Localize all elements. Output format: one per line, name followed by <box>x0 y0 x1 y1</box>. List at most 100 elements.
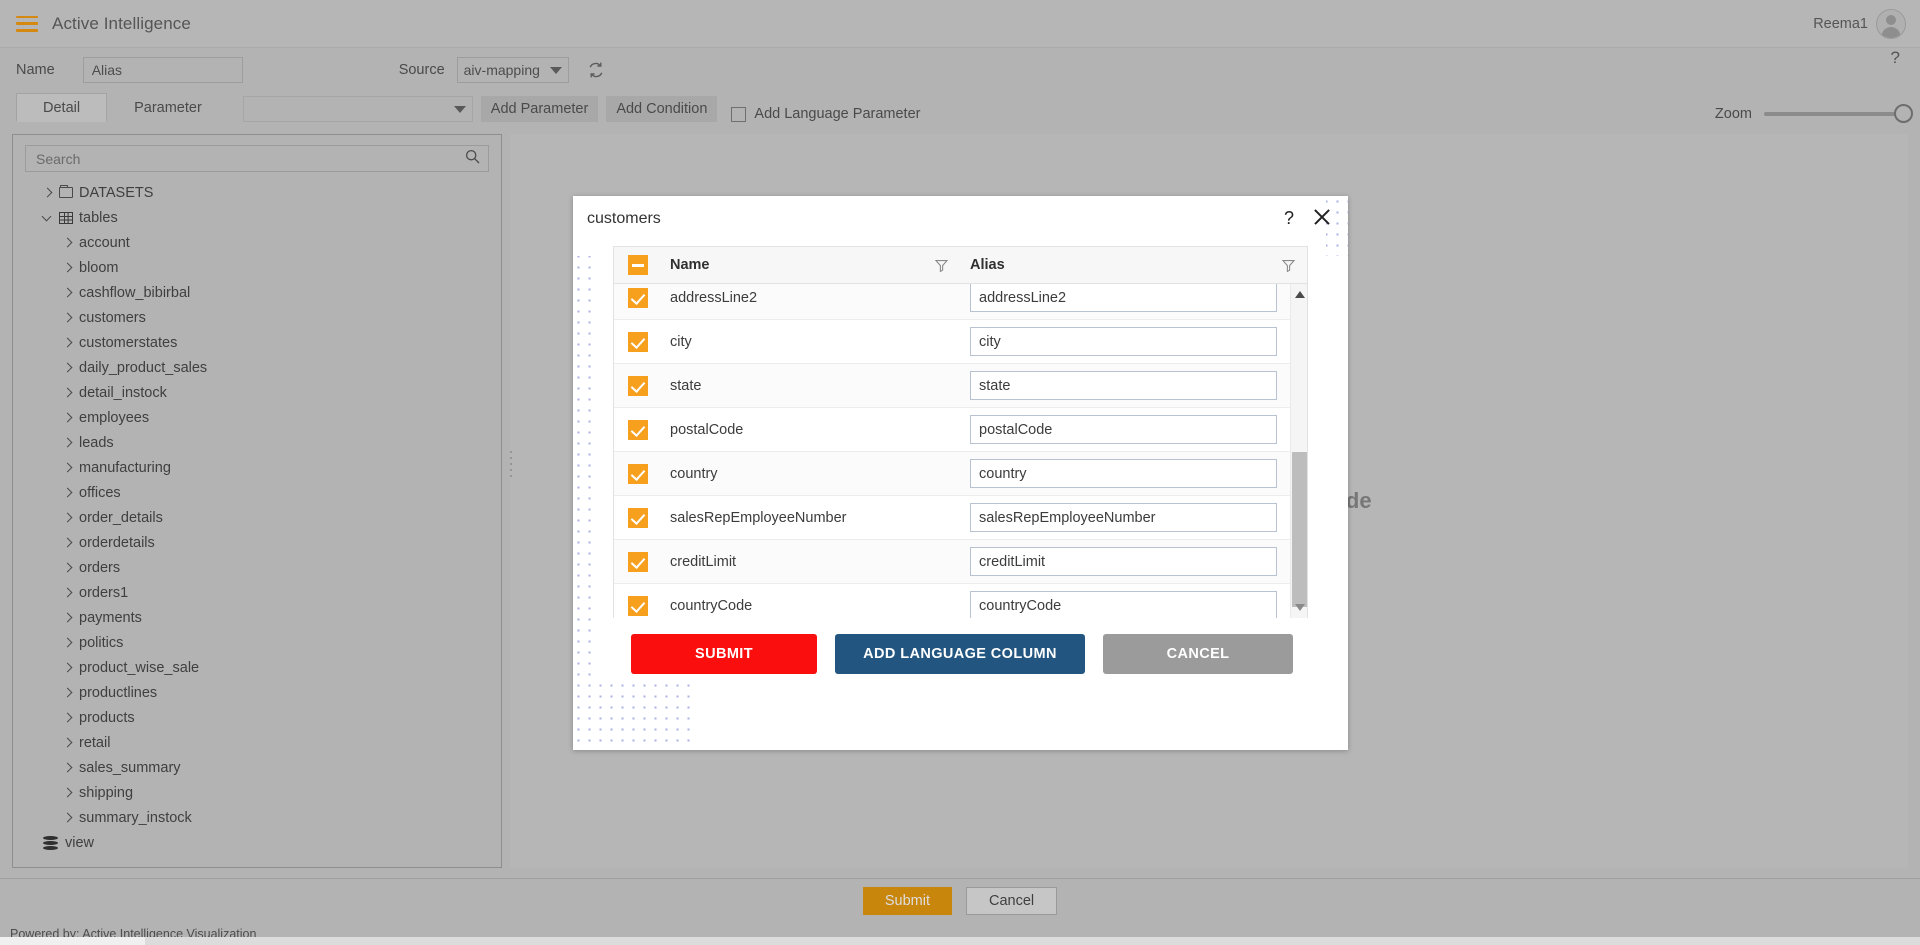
hamburger-menu-icon[interactable] <box>16 16 38 32</box>
scrollbar-thumb[interactable] <box>1292 452 1307 607</box>
row-checkbox[interactable] <box>628 376 648 396</box>
tree-item-customers[interactable]: customers <box>13 305 501 330</box>
panel-resize-handle[interactable] <box>510 430 519 474</box>
chevron-right-icon[interactable] <box>63 388 73 398</box>
tree-item-datasets[interactable]: DATASETS <box>13 180 501 205</box>
chevron-right-icon[interactable] <box>63 763 73 773</box>
dialog-add-language-column-button[interactable]: ADD LANGUAGE COLUMN <box>835 634 1085 674</box>
chevron-right-icon[interactable] <box>63 238 73 248</box>
chevron-down-icon[interactable] <box>43 213 53 223</box>
zoom-slider-track[interactable] <box>1764 112 1904 116</box>
chevron-right-icon[interactable] <box>63 313 73 323</box>
chevron-right-icon[interactable] <box>63 513 73 523</box>
tree-item-retail[interactable]: retail <box>13 730 501 755</box>
grid-vertical-scrollbar[interactable] <box>1290 284 1307 618</box>
tree-item-sales_summary[interactable]: sales_summary <box>13 755 501 780</box>
tree-item-summary_instock[interactable]: summary_instock <box>13 805 501 830</box>
chevron-right-icon[interactable] <box>63 438 73 448</box>
alias-input[interactable] <box>970 591 1277 618</box>
chevron-right-icon[interactable] <box>63 563 73 573</box>
page-help-icon[interactable]: ? <box>1891 48 1900 68</box>
tree-item-employees[interactable]: employees <box>13 405 501 430</box>
zoom-slider-knob[interactable] <box>1894 104 1913 123</box>
search-input[interactable] <box>34 150 465 168</box>
chevron-right-icon[interactable] <box>43 188 53 198</box>
tree-item-orderdetails[interactable]: orderdetails <box>13 530 501 555</box>
dialog-submit-button[interactable]: SUBMIT <box>631 634 817 674</box>
row-checkbox[interactable] <box>628 288 648 308</box>
tree-item-payments[interactable]: payments <box>13 605 501 630</box>
row-checkbox[interactable] <box>628 552 648 572</box>
chevron-right-icon[interactable] <box>63 288 73 298</box>
chevron-right-icon[interactable] <box>63 663 73 673</box>
chevron-right-icon[interactable] <box>63 813 73 823</box>
tree-item-products[interactable]: products <box>13 705 501 730</box>
tree-item-account[interactable]: account <box>13 230 501 255</box>
tree-item-offices[interactable]: offices <box>13 480 501 505</box>
tree-item-product_wise_sale[interactable]: product_wise_sale <box>13 655 501 680</box>
parameter-select[interactable] <box>243 96 473 122</box>
row-checkbox[interactable] <box>628 420 648 440</box>
tree-item-cashflow_bibirbal[interactable]: cashflow_bibirbal <box>13 280 501 305</box>
page-cancel-button[interactable]: Cancel <box>966 887 1057 915</box>
row-checkbox[interactable] <box>628 508 648 528</box>
name-input[interactable] <box>83 57 243 83</box>
tree-item-orders1[interactable]: orders1 <box>13 580 501 605</box>
dialog-close-icon[interactable] <box>1312 207 1332 227</box>
chevron-right-icon[interactable] <box>63 588 73 598</box>
refresh-icon[interactable] <box>587 61 605 79</box>
chevron-right-icon[interactable] <box>63 363 73 373</box>
chevron-right-icon[interactable] <box>63 413 73 423</box>
search-box[interactable] <box>25 145 489 172</box>
chevron-right-icon[interactable] <box>63 338 73 348</box>
row-checkbox[interactable] <box>628 332 648 352</box>
chevron-right-icon[interactable] <box>63 688 73 698</box>
row-checkbox[interactable] <box>628 596 648 616</box>
chevron-right-icon[interactable] <box>63 263 73 273</box>
alias-input[interactable] <box>970 415 1277 444</box>
tree-item-detail_instock[interactable]: detail_instock <box>13 380 501 405</box>
add-condition-button[interactable]: Add Condition <box>606 96 717 122</box>
add-language-parameter-checkbox[interactable]: Add Language Parameter <box>731 106 920 122</box>
select-all-checkbox[interactable] <box>628 255 648 275</box>
tree-item-manufacturing[interactable]: manufacturing <box>13 455 501 480</box>
row-checkbox[interactable] <box>628 464 648 484</box>
tree-item-customerstates[interactable]: customerstates <box>13 330 501 355</box>
chevron-right-icon[interactable] <box>63 613 73 623</box>
tree-item-tables[interactable]: tables <box>13 205 501 230</box>
tree-item-view[interactable]: view <box>13 830 501 855</box>
alias-filter-icon[interactable] <box>1282 259 1295 272</box>
tree-item-bloom[interactable]: bloom <box>13 255 501 280</box>
source-select[interactable]: aiv-mapping <box>457 57 569 83</box>
chevron-right-icon[interactable] <box>63 738 73 748</box>
chevron-right-icon[interactable] <box>63 713 73 723</box>
name-filter-icon[interactable] <box>935 259 948 272</box>
tree-item-orders[interactable]: orders <box>13 555 501 580</box>
dialog-help-icon[interactable]: ? <box>1284 208 1294 229</box>
alias-input[interactable] <box>970 503 1277 532</box>
tab-parameter[interactable]: Parameter <box>107 93 229 122</box>
chevron-right-icon[interactable] <box>63 488 73 498</box>
user-avatar-icon[interactable] <box>1876 9 1906 39</box>
tree-item-shipping[interactable]: shipping <box>13 780 501 805</box>
add-parameter-button[interactable]: Add Parameter <box>481 96 599 122</box>
page-submit-button[interactable]: Submit <box>863 887 952 915</box>
chevron-right-icon[interactable] <box>63 538 73 548</box>
search-icon[interactable] <box>465 149 480 169</box>
tree-item-productlines[interactable]: productlines <box>13 680 501 705</box>
tree-item-order_details[interactable]: order_details <box>13 505 501 530</box>
tree-item-leads[interactable]: leads <box>13 430 501 455</box>
tree-item-politics[interactable]: politics <box>13 630 501 655</box>
scroll-up-arrow-icon[interactable] <box>1291 286 1307 303</box>
chevron-right-icon[interactable] <box>63 463 73 473</box>
chevron-right-icon[interactable] <box>63 638 73 648</box>
chevron-right-icon[interactable] <box>63 788 73 798</box>
alias-input[interactable] <box>970 547 1277 576</box>
alias-input[interactable] <box>970 371 1277 400</box>
dialog-cancel-button[interactable]: CANCEL <box>1103 634 1293 674</box>
alias-input[interactable] <box>970 327 1277 356</box>
tab-detail[interactable]: Detail <box>16 93 107 122</box>
alias-input[interactable] <box>970 284 1277 312</box>
scroll-down-arrow-icon[interactable] <box>1291 599 1307 616</box>
alias-input[interactable] <box>970 459 1277 488</box>
